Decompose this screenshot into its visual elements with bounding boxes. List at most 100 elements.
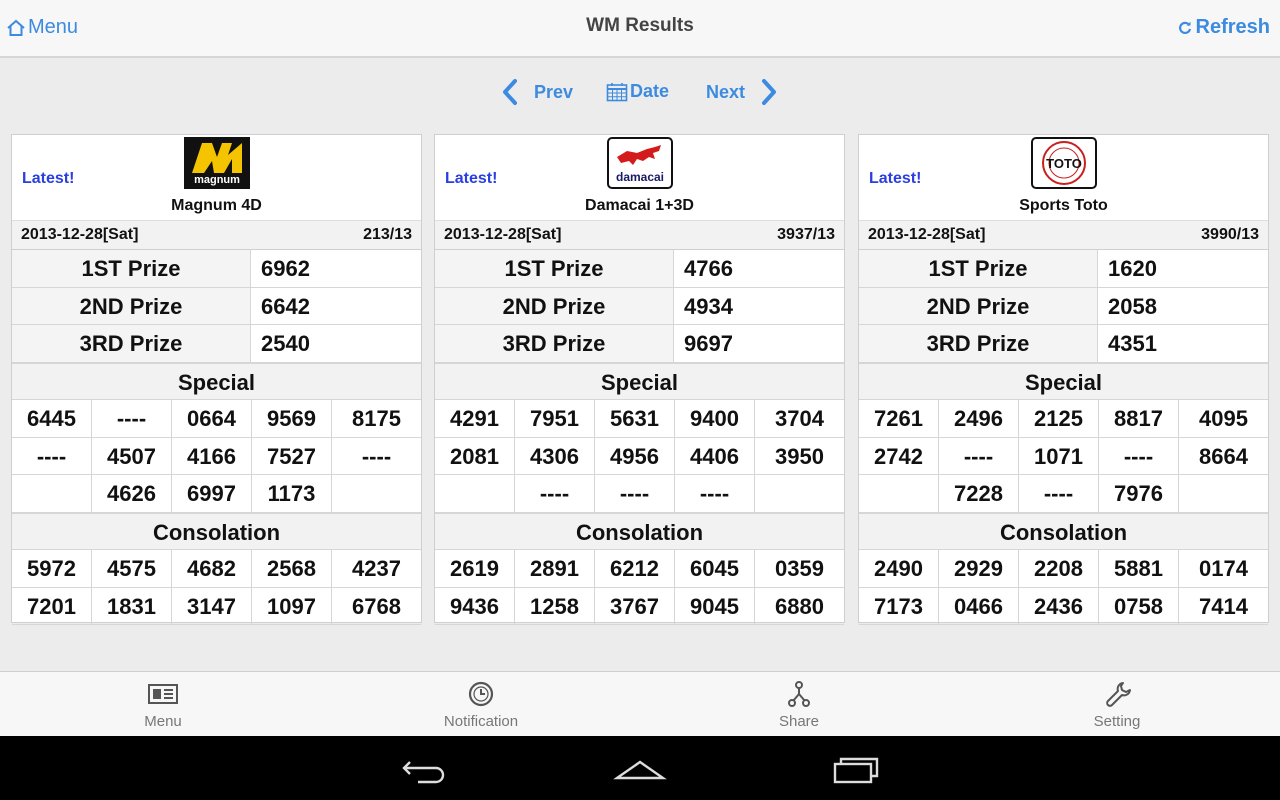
newspaper-icon [148, 684, 178, 704]
tab-menu[interactable]: Menu [83, 672, 243, 737]
next-button[interactable]: Next [706, 78, 779, 106]
number-cell [435, 475, 515, 512]
prize-value: 1620 [1098, 250, 1268, 287]
number-cell: 6212 [595, 550, 675, 587]
date-button[interactable]: Date [606, 81, 669, 102]
number-cell: 4306 [515, 437, 595, 474]
prize-row-1st: 1ST Prize 1620 [859, 250, 1268, 288]
number-cell: 2891 [515, 550, 595, 587]
consolation-header: Consolation [12, 512, 421, 550]
prize-value: 6962 [251, 250, 421, 287]
number-cell: 4682 [172, 550, 252, 587]
number-cell: 4626 [92, 475, 172, 512]
game-name: Sports Toto [1019, 197, 1108, 214]
number-cell: 5881 [1099, 550, 1179, 587]
prize-label: 2ND Prize [12, 287, 251, 324]
prize-label: 2ND Prize [435, 287, 674, 324]
number-cell: 6045 [675, 550, 755, 587]
consolation-row: 9436 1258 3767 9045 6880 [435, 587, 844, 625]
result-card-magnum: Latest! magnum Magnum 4D 2013-12-28[Sat]… [11, 134, 422, 625]
prize-label: 1ST Prize [12, 250, 251, 287]
draw-date: 2013-12-28[Sat] [444, 226, 562, 243]
prize-value: 4766 [674, 250, 844, 287]
consolation-row: 7173 0466 2436 0758 7414 [859, 587, 1268, 625]
special-row: 6445 ---- 0664 9569 8175 [12, 400, 421, 438]
prev-button[interactable]: Prev [500, 78, 573, 106]
number-cell: 7261 [859, 400, 939, 437]
number-cell: 2208 [1019, 550, 1099, 587]
number-cell [12, 475, 92, 512]
number-cell: 4575 [92, 550, 172, 587]
game-name: Damacai 1+3D [585, 197, 694, 214]
special-header: Special [435, 362, 844, 400]
special-row: 4626 6997 1173 [12, 475, 421, 513]
home-icon[interactable] [612, 752, 668, 786]
page-title: WM Results [586, 15, 694, 36]
tab-label: Notification [443, 713, 519, 730]
prize-label: 3RD Prize [12, 325, 251, 362]
number-cell: 1258 [515, 587, 595, 624]
recent-apps-icon[interactable] [829, 752, 885, 786]
bottom-tab-bar: Menu Notification Share Setting [0, 671, 1280, 736]
number-cell: ---- [92, 400, 172, 437]
refresh-button[interactable]: Refresh [1178, 16, 1270, 39]
number-cell: ---- [939, 437, 1019, 474]
card-header: Latest! damacai Damacai 1+3D [435, 135, 844, 220]
special-header: Special [859, 362, 1268, 400]
tab-notification[interactable]: Notification [401, 672, 561, 737]
prize-value: 2540 [251, 325, 421, 362]
prize-value: 9697 [674, 325, 844, 362]
number-cell: 8175 [352, 406, 401, 431]
svg-text:magnum: magnum [194, 174, 240, 186]
number-cell: ---- [1099, 437, 1179, 474]
draw-info: 2013-12-28[Sat] 213/13 [12, 220, 421, 250]
number-cell: 2436 [1019, 587, 1099, 624]
result-card-sports-toto: Latest! TOTO Sports Toto 2013-12-28[Sat]… [858, 134, 1269, 625]
number-cell: ---- [361, 443, 392, 469]
number-cell: 9436 [435, 587, 515, 624]
draw-date: 2013-12-28[Sat] [868, 226, 986, 243]
game-name: Magnum 4D [171, 197, 262, 214]
action-bar: Menu WM Results Refresh [0, 0, 1280, 58]
number-cell: 7951 [515, 400, 595, 437]
sports-toto-logo: TOTO [1030, 137, 1097, 189]
number-cell: 4507 [92, 437, 172, 474]
prize-row-2nd: 2ND Prize 2058 [859, 287, 1268, 325]
number-cell: ---- [595, 475, 675, 512]
number-cell: 2490 [859, 550, 939, 587]
consolation-row: 2490 2929 2208 5881 0174 [859, 550, 1268, 588]
svg-text:damacai: damacai [615, 170, 663, 184]
prize-label: 1ST Prize [435, 250, 674, 287]
back-icon[interactable] [396, 752, 452, 786]
number-cell: 2929 [939, 550, 1019, 587]
number-cell: 0664 [172, 400, 252, 437]
date-label: Date [630, 81, 670, 101]
clock-icon [468, 681, 494, 707]
tab-share[interactable]: Share [719, 672, 879, 737]
number-cell: 7527 [252, 437, 332, 474]
tab-setting[interactable]: Setting [1037, 672, 1197, 737]
refresh-icon [1178, 21, 1191, 34]
number-cell: 1097 [252, 587, 332, 624]
special-row: ---- ---- ---- [435, 475, 844, 513]
number-cell: 0174 [1199, 556, 1248, 581]
number-cell: 1071 [1019, 437, 1099, 474]
special-row: 2081 4306 4956 4406 3950 [435, 437, 844, 475]
number-cell: ---- [515, 475, 595, 512]
number-cell: 3147 [172, 587, 252, 624]
number-cell: 3704 [775, 406, 824, 431]
draw-number: 213/13 [363, 226, 412, 243]
number-cell: 9569 [252, 400, 332, 437]
number-cell: 3950 [775, 443, 824, 469]
card-header: Latest! TOTO Sports Toto [859, 135, 1268, 220]
draw-info: 2013-12-28[Sat] 3990/13 [859, 220, 1268, 250]
prize-row-3rd: 3RD Prize 4351 [859, 325, 1268, 363]
number-cell: 7414 [1199, 593, 1248, 619]
number-cell: 7228 [939, 475, 1019, 512]
draw-number: 3990/13 [1201, 226, 1259, 243]
number-cell: 4237 [352, 556, 401, 581]
consolation-header: Consolation [435, 512, 844, 550]
consolation-row: 2619 2891 6212 6045 0359 [435, 550, 844, 588]
number-cell: ---- [675, 475, 755, 512]
number-cell: 7201 [12, 587, 92, 624]
